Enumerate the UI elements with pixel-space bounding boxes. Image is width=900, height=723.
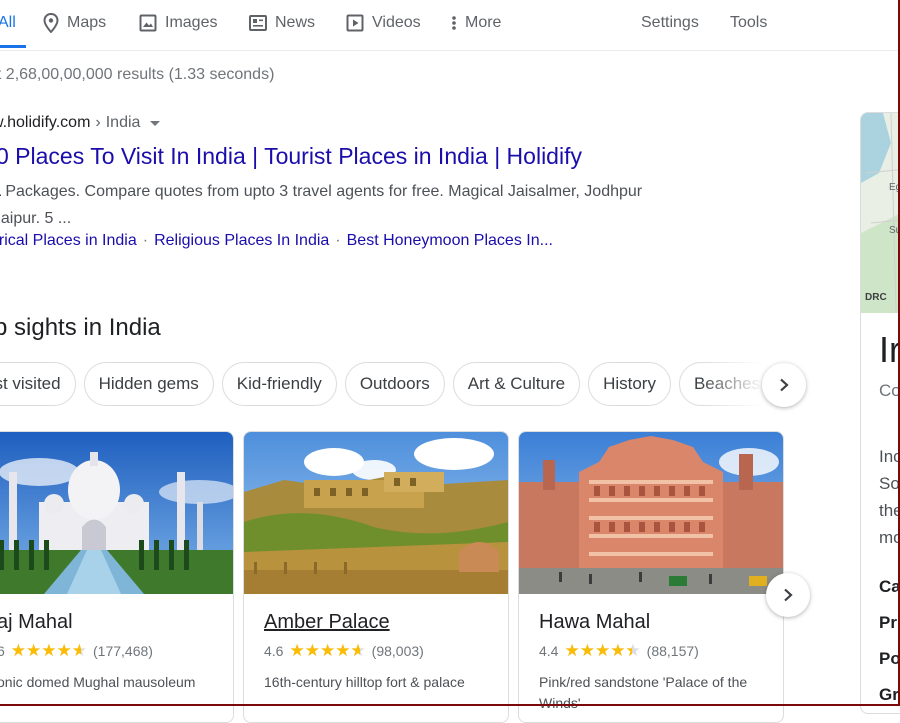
sitelink-separator: · xyxy=(335,232,341,249)
tab-more[interactable]: More xyxy=(451,0,501,46)
tab-videos-label: Videos xyxy=(372,14,421,31)
panel-description: Inc So the mo xyxy=(879,443,900,551)
tools-link[interactable]: Tools xyxy=(730,0,767,46)
snippet-line-2: daipur. 5 ... xyxy=(0,210,72,227)
sight-filter-chips: ost visited Hidden gems Kid-friendly Out… xyxy=(0,362,776,408)
rating-value: 4.6 xyxy=(264,642,284,659)
chips-next-button[interactable] xyxy=(762,363,806,407)
sight-card-description: onic domed Mughal mausoleum xyxy=(0,674,196,690)
review-count: (88,157) xyxy=(646,642,699,659)
result-snippet: a Packages. Compare quotes from upto 3 t… xyxy=(0,178,722,232)
tab-all[interactable]: All xyxy=(0,0,16,46)
tab-videos[interactable]: Videos xyxy=(346,0,421,46)
chip-kid-friendly[interactable]: Kid-friendly xyxy=(221,362,337,406)
sights-next-button[interactable] xyxy=(766,573,810,617)
result-title-link[interactable]: 0 Places To Visit In India | Tourist Pla… xyxy=(0,143,582,170)
panel-desc-line: the xyxy=(879,501,900,520)
play-video-icon xyxy=(346,14,364,32)
chip-most-visited[interactable]: ost visited xyxy=(0,362,76,406)
snippet-bold: a xyxy=(0,183,1,200)
top-sights-heading: p sights in India xyxy=(0,314,161,341)
chip-outdoors[interactable]: Outdoors xyxy=(344,362,445,406)
hawa-mahal-photo xyxy=(519,432,783,594)
panel-subtitle: Co xyxy=(879,381,900,400)
tab-maps-label: Maps xyxy=(67,14,107,31)
result-stats: ut 2,68,00,00,000 results (1.33 seconds) xyxy=(0,66,275,83)
tab-images-label: Images xyxy=(165,14,218,31)
panel-desc-line: Inc xyxy=(879,447,900,466)
chevron-right-icon xyxy=(784,588,793,602)
rating-stars-icon: ★★★★★★★★★★ xyxy=(289,641,366,660)
result-domain: w.holidify.com xyxy=(0,114,91,131)
sitelink-separator: · xyxy=(142,232,149,249)
tab-all-label: All xyxy=(0,14,16,31)
sight-card-rating-row: 6 ★★★★★★★★★★ (177,468) xyxy=(0,642,153,659)
search-tabs-bar: All Maps Images News Videos More Setting… xyxy=(0,0,900,51)
sight-card-rating-row: 4.4 ★★★★★★★★★★ (88,157) xyxy=(539,642,699,659)
sight-card-title[interactable]: Hawa Mahal xyxy=(539,611,650,634)
sight-card-taj-mahal[interactable]: aj Mahal 6 ★★★★★★★★★★ (177,468) onic dom… xyxy=(0,431,234,723)
review-count: (177,468) xyxy=(93,642,153,659)
panel-title: Ir xyxy=(879,329,900,370)
sight-card-amber-palace[interactable]: Amber Palace 4.6 ★★★★★ ★★★★★ (98,003) 16t… xyxy=(243,431,509,723)
rating-stars-icon: ★★★★★★★★★★ xyxy=(564,641,641,660)
tools-label: Tools xyxy=(730,14,768,31)
taj-mahal-photo xyxy=(0,432,233,594)
map-label-drc: DRC xyxy=(865,292,887,303)
review-count: (98,003) xyxy=(371,642,424,659)
panel-facts: Ca Pr Po Gr xyxy=(879,569,900,713)
rating-stars-icon: ★★★★★★★★★★ xyxy=(10,641,87,660)
tab-news-label: News xyxy=(275,14,316,31)
chip-history[interactable]: History xyxy=(588,362,671,406)
knowledge-panel: Eg Su DRC Ir Co Inc So the mo Ca Pr Po G… xyxy=(860,112,900,714)
sight-card-rating-row: 4.6 ★★★★★ ★★★★★ (98,003) xyxy=(264,642,424,659)
caret-down-icon[interactable] xyxy=(150,120,161,126)
sight-card-title[interactable]: aj Mahal xyxy=(0,611,73,634)
tab-maps[interactable]: Maps xyxy=(43,0,106,46)
chevron-right-icon xyxy=(780,378,789,392)
more-vert-icon xyxy=(452,16,456,30)
tab-news[interactable]: News xyxy=(249,0,315,46)
sitelink-honeymoon-places[interactable]: Best Honeymoon Places In... xyxy=(347,232,553,249)
panel-fact-label[interactable]: Po xyxy=(879,641,900,677)
sight-card-hawa-mahal[interactable]: Hawa Mahal 4.4 ★★★★★★★★★★ (88,157) Pink/… xyxy=(518,431,784,723)
settings-link[interactable]: Settings xyxy=(641,0,699,46)
rating-value: 4.4 xyxy=(539,642,559,659)
map-pin-icon xyxy=(43,13,59,33)
sitelinks: orical Places in India · Religious Places … xyxy=(0,232,553,250)
panel-fact-label[interactable]: Pr xyxy=(879,605,900,641)
tab-more-label: More xyxy=(465,14,502,31)
sight-card-title[interactable]: Amber Palace xyxy=(264,611,390,634)
panel-desc-line: mo xyxy=(879,528,900,547)
panel-fact-label[interactable]: Gr xyxy=(879,677,900,713)
image-icon xyxy=(139,14,157,32)
panel-fact-label[interactable]: Ca xyxy=(879,569,900,605)
rating-value: 6 xyxy=(0,643,5,659)
settings-label: Settings xyxy=(641,14,699,31)
tab-images[interactable]: Images xyxy=(139,0,217,46)
sight-card-description: 16th-century hilltop fort & palace xyxy=(264,674,465,690)
breadcrumb-separator: › xyxy=(95,114,101,131)
result-url[interactable]: w.holidify.com › India xyxy=(0,114,161,132)
sight-card-description: Pink/red sandstone 'Palace of the Winds' xyxy=(539,674,748,711)
newspaper-icon xyxy=(249,15,267,31)
chip-hidden-gems[interactable]: Hidden gems xyxy=(83,362,214,406)
sitelink-historical-places[interactable]: orical Places in India xyxy=(0,232,137,249)
snippet-line-1: Packages. Compare quotes from upto 3 tra… xyxy=(5,183,643,200)
map-thumbnail[interactable]: Eg Su DRC xyxy=(861,113,900,313)
panel-desc-line: So xyxy=(879,474,900,493)
chip-art-culture[interactable]: Art & Culture xyxy=(452,362,581,406)
amber-palace-photo xyxy=(244,432,508,594)
sitelink-religious-places[interactable]: Religious Places In India xyxy=(154,232,329,249)
result-breadcrumb: India xyxy=(105,114,141,131)
active-tab-indicator xyxy=(0,45,26,48)
